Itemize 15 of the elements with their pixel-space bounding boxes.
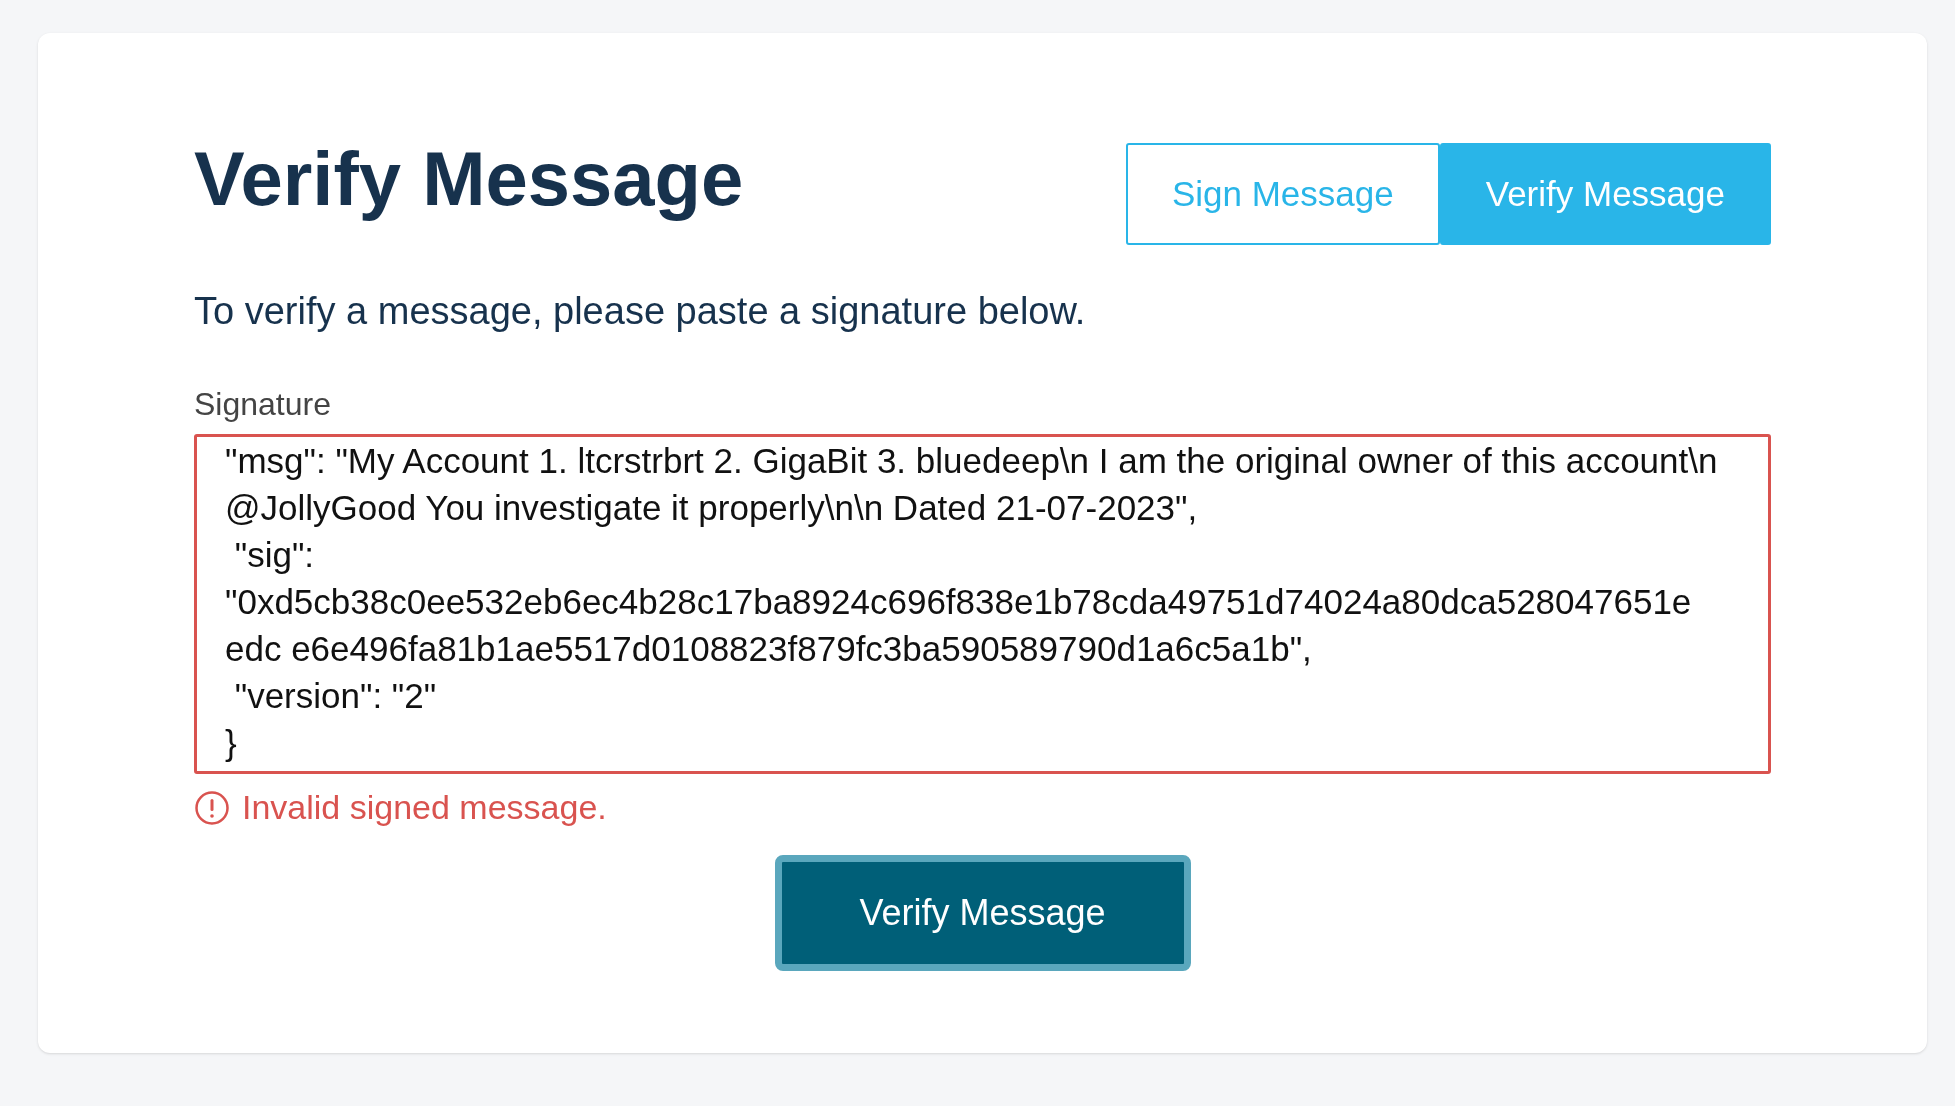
- field-label: Signature: [194, 385, 331, 424]
- signature-text-line: "version": "2": [233, 675, 438, 717]
- description-text: To verify a message, please paste a signature below.: [194, 289, 1087, 334]
- signature-text-line: "msg": "My Account 1. ltcrstrbrt 2. GigaBit 3. bluedeep\n I am the original owner of this account\n: [225, 440, 1719, 482]
- error-message: Invalid signed message.: [242, 787, 607, 828]
- signature-text-line: "sig":: [233, 534, 316, 576]
- verify-message-button[interactable]: Verify Message: [774, 855, 1191, 971]
- signature-text-line: "0xd5cb38c0ee532eb6ec4b28c17ba8924c696f838e1b78cda49751d74024a80dca528047651e: [225, 581, 1693, 623]
- signature-text-line: edc e6e496fa81b1ae5517d0108823f879fc3ba590589790d1a6c5a1b",: [225, 628, 1313, 670]
- signature-text-line: @JollyGood You investigate it properly\n\n Dated 21-07-2023",: [225, 487, 1199, 529]
- tab[interactable]: Verify Message: [1439, 143, 1771, 245]
- signature-text-line: }: [225, 722, 238, 764]
- signature-field[interactable]: [194, 434, 1771, 774]
- tab[interactable]: Sign Message: [1125, 143, 1440, 245]
- warning-icon: [194, 789, 230, 826]
